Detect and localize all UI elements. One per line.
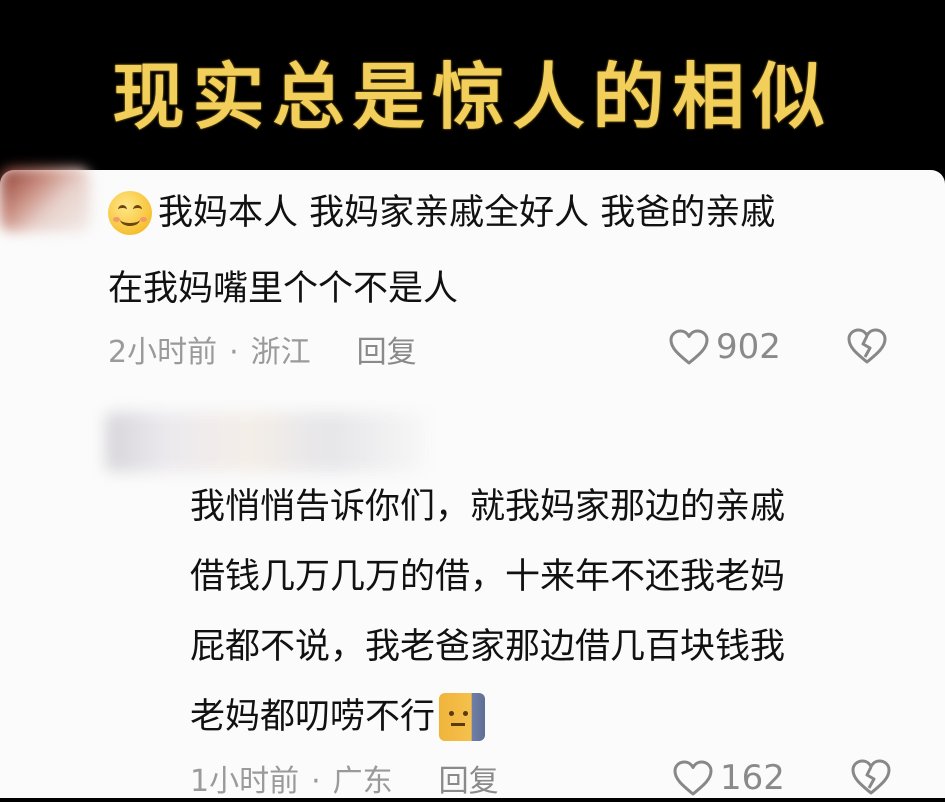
avatar[interactable]: [0, 168, 90, 232]
smiley-icon: [108, 191, 152, 235]
comment-2-line-4: 老妈都叨唠不行: [190, 684, 486, 750]
comment-1-location: 浙江: [250, 335, 311, 370]
comment-1-reply-button[interactable]: 回复: [357, 333, 417, 373]
comment-2-text-4: 老妈都叨唠不行: [190, 697, 436, 737]
comment-1-dislike-button[interactable]: [846, 327, 888, 369]
broken-heart-icon: [847, 328, 887, 364]
comment-1-text-1: 我妈本人 我妈家亲戚全好人 我爸的亲戚: [158, 193, 776, 233]
heart-icon: [669, 329, 709, 365]
comment-1-like-count: 902: [716, 327, 781, 367]
comment-2-meta: 1小时前 · 广东 回复: [190, 762, 499, 802]
dog-icon: [439, 693, 486, 741]
meta-separator: ·: [229, 335, 239, 370]
comment-2-line-1: 我悄悄告诉你们，就我妈家那边的亲戚: [190, 487, 786, 527]
heart-icon: [673, 760, 713, 796]
title-banner: 现实总是惊人的相似: [0, 0, 945, 170]
comment-2-location: 广东: [332, 764, 393, 799]
comment-2-line-3: 屁都不说，我老爸家那边借几百块钱我: [190, 627, 786, 667]
meta-separator: ·: [311, 764, 321, 799]
comment-1-meta: 2小时前 · 浙江 回复: [108, 333, 417, 373]
comment-1-time: 2小时前: [108, 335, 218, 370]
comment-1-line-1: 我妈本人 我妈家亲戚全好人 我爸的亲戚: [108, 180, 775, 246]
banner-title: 现实总是惊人的相似: [112, 55, 833, 139]
comment-1-like-button[interactable]: 902: [668, 327, 781, 367]
comment-2-line-2: 借钱几万几万的借，十来年不还我老妈: [190, 557, 786, 597]
comment-2-time: 1小时前: [190, 764, 300, 799]
comment-2-dislike-button[interactable]: [850, 758, 892, 800]
comment-1-line-2: 在我妈嘴里个个不是人: [108, 269, 459, 309]
comment-2-like-count: 162: [720, 758, 785, 798]
comment-2-like-button[interactable]: 162: [672, 758, 785, 798]
comment-2-reply-button[interactable]: 回复: [439, 762, 499, 802]
reply-author-blurred[interactable]: [105, 412, 425, 472]
broken-heart-icon: [851, 759, 891, 795]
